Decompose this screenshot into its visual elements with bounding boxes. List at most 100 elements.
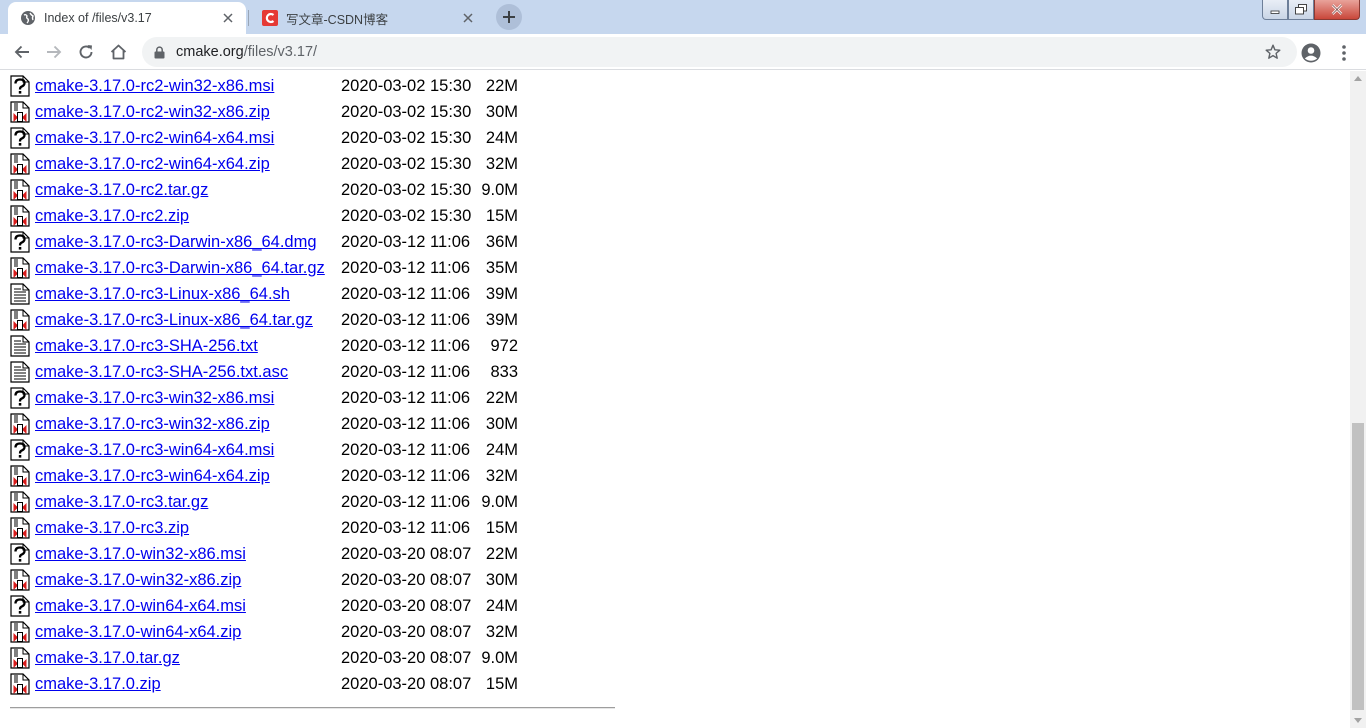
bookmark-star-icon[interactable] (1265, 44, 1281, 60)
table-row: cmake-3.17.0-rc3-SHA-256.txt.asc 2020-03-… (10, 359, 518, 385)
file-size-cell: 24M (485, 596, 518, 615)
file-link[interactable]: cmake-3.17.0-win64-x64.msi (35, 597, 246, 615)
file-size-cell: 30M (485, 414, 518, 433)
plus-icon (503, 11, 515, 23)
file-link[interactable]: cmake-3.17.0-rc2.zip (35, 207, 189, 225)
file-name-cell: cmake-3.17.0-win64-x64.msi (35, 593, 341, 619)
browser-toolbar: cmake.org/files/v3.17/ (0, 34, 1366, 70)
text-file-icon (10, 281, 35, 307)
file-link[interactable]: cmake-3.17.0-win64-x64.zip (35, 623, 241, 641)
file-size-cell: 15M (485, 206, 518, 225)
tab-divider (248, 10, 249, 26)
file-link[interactable]: cmake-3.17.0-rc3-SHA-256.txt.asc (35, 363, 288, 381)
file-name-cell: cmake-3.17.0-rc3-Linux-x86_64.sh (35, 281, 341, 307)
compressed-file-icon (10, 411, 35, 437)
table-row: cmake-3.17.0-rc2-win64-x64.msi 2020-03-02… (10, 125, 518, 151)
table-row: cmake-3.17.0-rc3-win32-x86.zip 2020-03-12… (10, 411, 518, 437)
last-modified-cell: 2020-03-02 15:30 (341, 76, 472, 95)
lock-icon[interactable] (152, 45, 166, 59)
file-name-cell: cmake-3.17.0-rc3-win32-x86.msi (35, 385, 341, 411)
last-modified-cell: 2020-03-12 11:06 (341, 362, 471, 381)
file-link[interactable]: cmake-3.17.0-rc3-win64-x64.msi (35, 441, 274, 459)
file-link[interactable]: cmake-3.17.0-rc3-win32-x86.msi (35, 389, 274, 407)
file-name-cell: cmake-3.17.0-rc2.zip (35, 203, 341, 229)
file-size-cell: 36M (485, 232, 518, 251)
last-modified-cell: 2020-03-12 11:06 (341, 284, 471, 303)
file-link[interactable]: cmake-3.17.0-rc3-win64-x64.zip (35, 467, 270, 485)
file-name-cell: cmake-3.17.0-rc2.tar.gz (35, 177, 341, 203)
file-link[interactable]: cmake-3.17.0-rc3.tar.gz (35, 493, 208, 511)
file-link[interactable]: cmake-3.17.0-rc2.tar.gz (35, 181, 208, 199)
table-row: cmake-3.17.0.tar.gz 2020-03-20 08:07 9.0M (10, 645, 518, 671)
forward-button[interactable] (40, 38, 68, 66)
file-link[interactable]: cmake-3.17.0-rc2-win32-x86.zip (35, 103, 270, 121)
file-link[interactable]: cmake-3.17.0-rc3-Darwin-x86_64.tar.gz (35, 259, 325, 277)
close-icon[interactable] (220, 10, 236, 26)
file-size-cell: 39M (485, 284, 518, 303)
profile-avatar-icon[interactable] (1300, 42, 1322, 64)
table-row: cmake-3.17.0-rc2-win64-x64.zip 2020-03-02… (10, 151, 518, 177)
file-link[interactable]: cmake-3.17.0-rc2-win64-x64.zip (35, 155, 270, 173)
last-modified-cell: 2020-03-20 08:07 (341, 674, 472, 693)
last-modified-cell: 2020-03-02 15:30 (341, 128, 472, 147)
restore-button[interactable] (1288, 0, 1314, 20)
tab-title: Index of /files/v3.17 (44, 11, 152, 25)
file-size-cell: 9.0M (481, 492, 518, 511)
vertical-scrollbar[interactable] (1350, 71, 1366, 728)
scrollbar-thumb[interactable] (1352, 423, 1364, 710)
file-link[interactable]: cmake-3.17.0-win32-x86.zip (35, 571, 241, 589)
last-modified-cell: 2020-03-20 08:07 (341, 570, 472, 589)
scroll-up-arrow-icon[interactable] (1354, 76, 1362, 81)
home-button[interactable] (104, 38, 132, 66)
file-size-cell: 22M (485, 76, 518, 95)
last-modified-cell: 2020-03-20 08:07 (341, 596, 472, 615)
table-row: cmake-3.17.0-win32-x86.msi 2020-03-20 08:… (10, 541, 518, 567)
file-size-cell: 30M (485, 570, 518, 589)
window-close-button[interactable] (1314, 0, 1360, 20)
tab-csdn[interactable]: 写文章-CSDN博客 (250, 2, 486, 34)
file-name-cell: cmake-3.17.0-rc3-Darwin-x86_64.tar.gz (35, 255, 341, 281)
new-tab-button[interactable] (496, 4, 522, 30)
table-row: cmake-3.17.0-rc2.tar.gz 2020-03-02 15:30 9… (10, 177, 518, 203)
file-link[interactable]: cmake-3.17.0-rc3.zip (35, 519, 189, 537)
compressed-file-icon (10, 255, 35, 281)
table-row: cmake-3.17.0-rc3.tar.gz 2020-03-12 11:06 9… (10, 489, 518, 515)
minimize-button[interactable] (1262, 0, 1288, 20)
last-modified-cell: 2020-03-02 15:30 (341, 180, 472, 199)
file-link[interactable]: cmake-3.17.0.zip (35, 675, 161, 693)
file-link[interactable]: cmake-3.17.0-rc3-Linux-x86_64.tar.gz (35, 311, 313, 329)
file-size-cell: 972 (490, 336, 518, 355)
tab-index-of-files[interactable]: Index of /files/v3.17 (8, 2, 246, 34)
scroll-down-arrow-icon[interactable] (1354, 718, 1362, 723)
table-row: cmake-3.17.0-rc3-Darwin-x86_64.dmg 2020-0… (10, 229, 518, 255)
reload-button[interactable] (72, 38, 100, 66)
file-name-cell: cmake-3.17.0.tar.gz (35, 645, 341, 671)
unknown-file-icon (10, 541, 35, 567)
file-size-cell: 32M (485, 622, 518, 641)
table-row: cmake-3.17.0-win64-x64.zip 2020-03-20 08:… (10, 619, 518, 645)
last-modified-cell: 2020-03-12 11:06 (341, 258, 471, 277)
last-modified-cell: 2020-03-12 11:06 (341, 466, 471, 485)
file-link[interactable]: cmake-3.17.0-rc3-SHA-256.txt (35, 337, 258, 355)
address-bar[interactable]: cmake.org/files/v3.17/ (142, 37, 1297, 67)
file-link[interactable]: cmake-3.17.0-rc3-win32-x86.zip (35, 415, 270, 433)
file-name-cell: cmake-3.17.0-win32-x86.msi (35, 541, 341, 567)
file-size-cell: 9.0M (481, 180, 518, 199)
tab-title: 写文章-CSDN博客 (286, 12, 389, 27)
file-link[interactable]: cmake-3.17.0-rc2-win32-x86.msi (35, 77, 274, 95)
last-modified-cell: 2020-03-20 08:07 (341, 622, 472, 641)
file-link[interactable]: cmake-3.17.0-rc3-Linux-x86_64.sh (35, 285, 290, 303)
kebab-menu-icon[interactable] (1336, 42, 1352, 64)
table-row: cmake-3.17.0-rc3-Darwin-x86_64.tar.gz 202… (10, 255, 518, 281)
file-size-cell: 22M (485, 388, 518, 407)
back-button[interactable] (8, 38, 36, 66)
file-name-cell: cmake-3.17.0-rc3-Darwin-x86_64.dmg (35, 229, 341, 255)
file-link[interactable]: cmake-3.17.0-rc2-win64-x64.msi (35, 129, 274, 147)
tab-strip: Index of /files/v3.17 写文章-CSDN博客 (0, 0, 1366, 34)
file-link[interactable]: cmake-3.17.0-rc3-Darwin-x86_64.dmg (35, 233, 317, 251)
file-link[interactable]: cmake-3.17.0.tar.gz (35, 649, 180, 667)
close-icon[interactable] (460, 10, 476, 26)
text-file-icon (10, 333, 35, 359)
file-link[interactable]: cmake-3.17.0-win32-x86.msi (35, 545, 246, 563)
unknown-file-icon (10, 229, 35, 255)
